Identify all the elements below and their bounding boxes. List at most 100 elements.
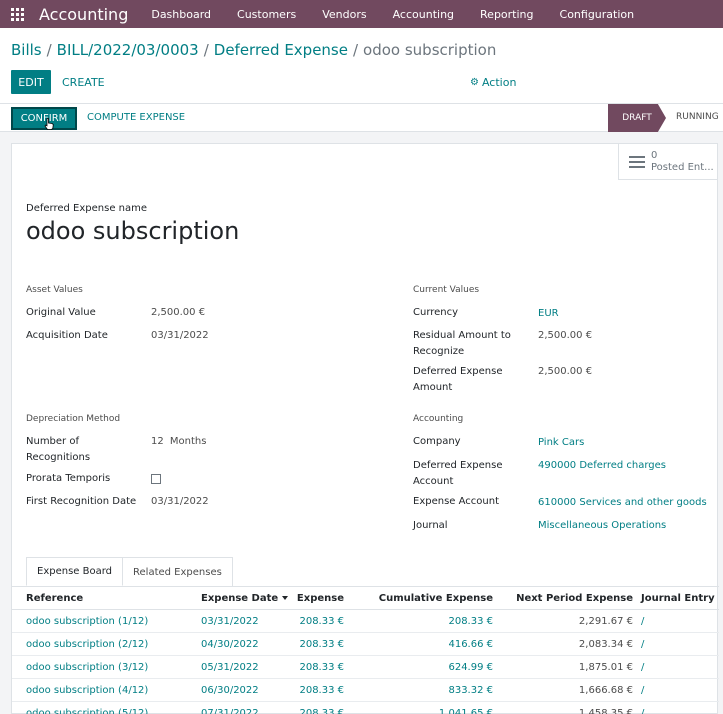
col-journal-entry[interactable]: Journal Entry (641, 593, 715, 604)
menu-configuration[interactable]: Configuration (547, 8, 648, 21)
company-value[interactable]: Pink Cars (538, 437, 584, 448)
breadcrumb-separator: / (46, 41, 52, 59)
tab-expense-board[interactable]: Expense Board (26, 557, 124, 586)
menu-dashboard[interactable]: Dashboard (138, 8, 224, 21)
deferred-account-value[interactable]: 490000 Deferred charges (538, 460, 666, 471)
table-body: odoo subscription (1/12) 03/31/2022 208.33… (12, 610, 719, 714)
row-journal-entry: / (641, 662, 645, 673)
number-recognitions-value: 12 (151, 436, 164, 447)
number-recognitions-unit: Months (169, 436, 207, 447)
col-expense-date[interactable]: Expense Date (201, 593, 289, 604)
posted-entries-label: Posted Ent... (651, 161, 714, 173)
table-row[interactable]: odoo subscription (3/12) 05/31/2022 208.33… (12, 656, 719, 679)
expense-account-label: Expense Account (413, 496, 499, 507)
currency-label: Currency (413, 307, 459, 318)
first-recognition-date[interactable]: 03/31/2022 (151, 496, 209, 507)
journal-label: Journal (413, 520, 448, 531)
smart-button-text: 0 Posted Ent... (651, 150, 714, 174)
row-cumulative: 1,041.65 € (438, 708, 493, 714)
number-recognitions-label-line: Number of (26, 436, 79, 447)
action-label: Action (481, 76, 517, 89)
acquisition-date-label: Acquisition Date (26, 330, 108, 341)
row-expense: 208.33 € (299, 685, 344, 696)
expense-account-value[interactable]: 610000 Services and other goods (538, 497, 707, 508)
number-recognitions-label: Number of Recognitions (26, 434, 90, 466)
number-recognitions-label-line: Recognitions (26, 452, 91, 463)
deferred-amount-value: 2,500.00 € (538, 366, 593, 377)
stage-draft[interactable]: DRAFT (608, 104, 666, 132)
posted-entries-count: 0 (651, 149, 658, 161)
col-reference[interactable]: Reference (26, 593, 83, 604)
residual-label: Residual Amount to Recognize (413, 328, 511, 360)
menu-customers[interactable]: Customers (224, 8, 309, 21)
row-expense: 208.33 € (299, 708, 344, 714)
apps-grid-icon[interactable] (11, 7, 25, 21)
depreciation-method-title: Depreciation Method (26, 414, 121, 424)
list-icon (629, 155, 645, 168)
row-expense: 208.33 € (299, 616, 344, 627)
app-brand[interactable]: Accounting (39, 5, 128, 24)
deferred-account-label-line: Account (413, 476, 454, 487)
breadcrumb-current: odoo subscription (363, 41, 497, 59)
compute-expense-button[interactable]: COMPUTE EXPENSE (87, 112, 185, 123)
col-cumulative-expense[interactable]: Cumulative Expense (379, 593, 493, 604)
name-label: Deferred Expense name (26, 203, 148, 214)
menu-accounting[interactable]: Accounting (380, 8, 467, 21)
company-label: Company (413, 436, 461, 447)
expense-board-table: Reference Expense Date Expense Cumulativ… (12, 587, 719, 714)
action-dropdown[interactable]: ⚙ Action (470, 76, 516, 89)
status-bar: CONFIRM COMPUTE EXPENSE DRAFT RUNNING (0, 104, 723, 132)
table-row[interactable]: odoo subscription (4/12) 06/30/2022 208.33… (12, 679, 719, 702)
deferred-amount-label-line: Amount (413, 382, 453, 393)
breadcrumb-bills[interactable]: Bills (11, 41, 42, 59)
control-panel: Bills / BILL/2022/03/0003 / Deferred Exp… (0, 28, 723, 104)
journal-value[interactable]: Miscellaneous Operations (538, 520, 666, 531)
menu-reporting[interactable]: Reporting (467, 8, 546, 21)
row-journal-entry: / (641, 708, 645, 714)
row-reference: odoo subscription (2/12) (26, 639, 149, 650)
original-value[interactable]: 2,500.00 € (151, 307, 205, 318)
col-expense[interactable]: Expense (297, 593, 344, 604)
row-expense-date: 05/31/2022 (201, 662, 259, 673)
form-sheet: 0 Posted Ent... Deferred Expense name od… (11, 143, 719, 714)
record-title[interactable]: odoo subscription (26, 217, 239, 245)
tab-related-expenses[interactable]: Related Expenses (123, 557, 233, 586)
posted-entries-button[interactable]: 0 Posted Ent... (618, 144, 718, 180)
table-row[interactable]: odoo subscription (5/12) 07/31/2022 208.33… (12, 702, 719, 714)
row-journal-entry: / (641, 616, 645, 627)
currency-value[interactable]: EUR (538, 308, 559, 319)
col-next-period-expense[interactable]: Next Period Expense (516, 593, 633, 604)
number-recognitions-field[interactable]: 12 Months (151, 436, 206, 447)
table-header: Reference Expense Date Expense Cumulativ… (12, 587, 719, 610)
residual-value: 2,500.00 € (538, 330, 593, 341)
row-cumulative: 416.66 € (448, 639, 493, 650)
row-expense-date: 04/30/2022 (201, 639, 259, 650)
row-cumulative: 624.99 € (448, 662, 493, 673)
deferred-amount-label-line: Deferred Expense (413, 366, 503, 377)
edit-button[interactable]: EDIT (11, 70, 51, 94)
row-cumulative: 833.32 € (448, 685, 493, 696)
prorata-checkbox[interactable] (151, 474, 161, 484)
breadcrumb-separator: / (352, 41, 359, 59)
row-expense: 208.33 € (299, 639, 344, 650)
asset-values-title: Asset Values (26, 285, 83, 295)
stage-running[interactable]: RUNNING (676, 112, 719, 122)
hand-cursor-icon (44, 118, 54, 130)
breadcrumb: Bills / BILL/2022/03/0003 / Deferred Exp… (11, 41, 496, 59)
table-row[interactable]: odoo subscription (1/12) 03/31/2022 208.33… (12, 610, 719, 633)
row-expense: 208.33 € (299, 662, 344, 673)
menu-vendors[interactable]: Vendors (309, 8, 379, 21)
accounting-title: Accounting (413, 414, 464, 424)
breadcrumb-deferred-expense[interactable]: Deferred Expense (214, 41, 348, 59)
row-reference: odoo subscription (3/12) (26, 662, 149, 673)
row-next-period: 1,458.35 € (578, 708, 633, 714)
deferred-account-label: Deferred Expense Account (413, 458, 502, 490)
acquisition-date[interactable]: 03/31/2022 (151, 330, 209, 341)
table-row[interactable]: odoo subscription (2/12) 04/30/2022 208.33… (12, 633, 719, 656)
create-button[interactable]: CREATE (62, 76, 105, 89)
breadcrumb-bill[interactable]: BILL/2022/03/0003 (57, 41, 199, 59)
col-expense-date-label: Expense Date (201, 593, 279, 604)
residual-label-line: Residual Amount to (413, 330, 511, 341)
original-value-label: Original Value (26, 307, 96, 318)
row-next-period: 1,666.68 € (578, 685, 633, 696)
